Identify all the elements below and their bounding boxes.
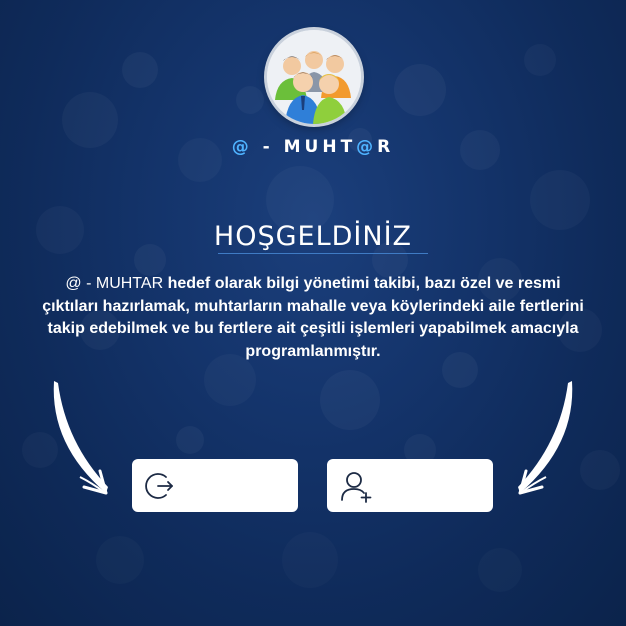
brand-title: @ - MUHT@R — [0, 137, 626, 157]
add-user-icon — [341, 472, 372, 503]
welcome-heading: HOŞGELDİNİZ — [213, 221, 413, 252]
left-curved-arrow-icon — [53, 381, 108, 495]
brand-at: @ — [356, 137, 378, 157]
right-curved-arrow-icon — [518, 381, 573, 495]
brand-suffix: R — [377, 137, 395, 157]
logo — [267, 30, 361, 124]
login-icon — [145, 473, 173, 499]
description-brand: @ - MUHTAR — [65, 275, 164, 292]
description-text: @ - MUHTAR hedef olarak bilgi yönetimi t… — [40, 273, 586, 363]
register-button[interactable] — [327, 459, 493, 512]
people-group-icon — [267, 30, 361, 124]
brand-prefix: @ — [231, 137, 253, 157]
login-button[interactable] — [132, 459, 298, 512]
brand-middle: - MUHT — [252, 137, 357, 157]
welcome-underline — [218, 253, 428, 254]
